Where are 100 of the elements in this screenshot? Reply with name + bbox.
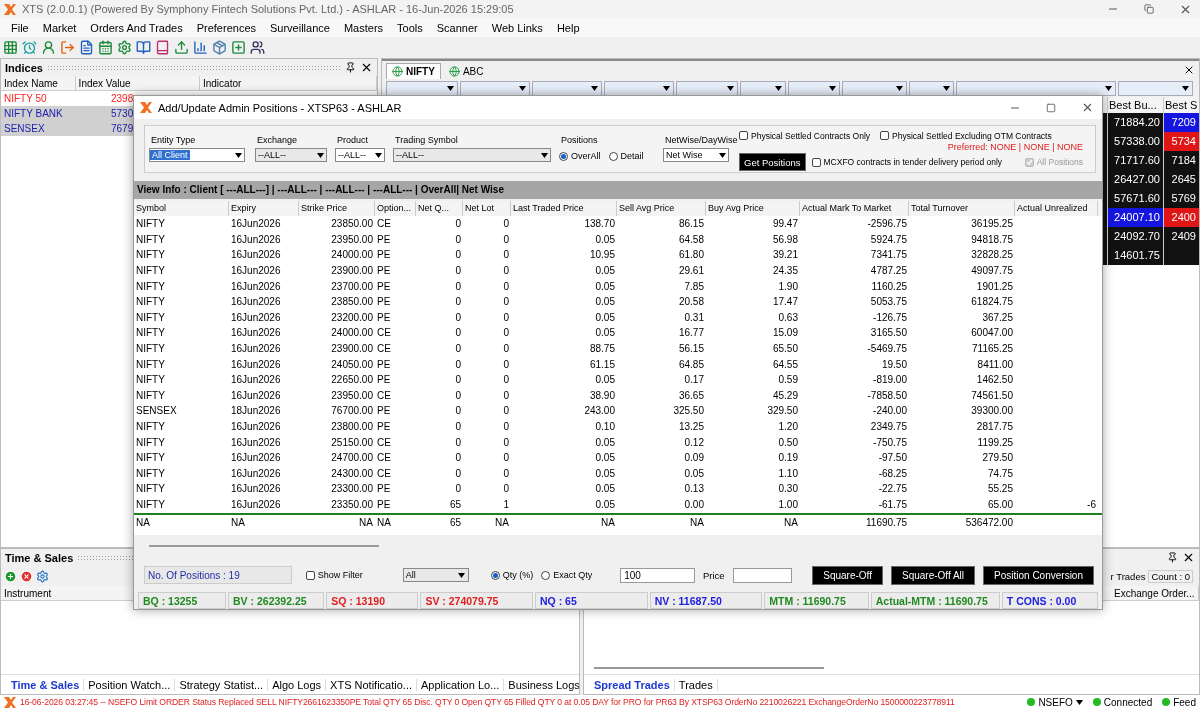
caret-icon[interactable] bbox=[591, 85, 598, 91]
menu-item[interactable]: Web Links bbox=[484, 21, 550, 34]
caret-icon[interactable] bbox=[458, 572, 466, 578]
gear-icon[interactable] bbox=[116, 40, 132, 55]
caret-icon[interactable] bbox=[829, 85, 836, 91]
calendar-icon[interactable] bbox=[97, 40, 113, 55]
bottom-tab[interactable]: Time & Sales bbox=[7, 678, 85, 691]
qty-radio[interactable]: Exact Qty bbox=[541, 570, 593, 581]
column-header[interactable]: Indicator bbox=[199, 76, 377, 90]
book-icon[interactable] bbox=[135, 40, 151, 55]
menu-item[interactable]: Tools bbox=[390, 21, 430, 34]
action-button[interactable]: Square-Off All bbox=[890, 565, 976, 585]
bar-chart-icon[interactable] bbox=[192, 40, 208, 55]
caret-icon[interactable] bbox=[447, 85, 454, 91]
menu-item[interactable]: Market bbox=[35, 21, 84, 34]
caret-icon[interactable] bbox=[1075, 699, 1083, 705]
column-header[interactable]: Index Name bbox=[1, 76, 76, 90]
exit-icon[interactable] bbox=[59, 40, 75, 55]
watchlist-tab[interactable]: ABC bbox=[442, 63, 490, 79]
menu-item[interactable]: Surveillance bbox=[263, 21, 337, 34]
settled-checkbox[interactable]: Physical Settled Contracts Only bbox=[739, 130, 871, 141]
caret-icon[interactable] bbox=[519, 85, 526, 91]
bottom-tab[interactable]: Spread Trades bbox=[590, 678, 675, 691]
filter-dropdown[interactable] bbox=[909, 80, 954, 96]
restore-icon[interactable] bbox=[1144, 4, 1154, 14]
caret-icon[interactable] bbox=[316, 152, 324, 158]
menu-item[interactable]: Scanner bbox=[429, 21, 485, 34]
bottom-tab[interactable]: Trades bbox=[674, 678, 718, 691]
person-icon[interactable] bbox=[40, 40, 56, 55]
product-select[interactable]: --ALL-- bbox=[335, 148, 385, 163]
table-cell-text: 0.05 bbox=[683, 466, 705, 481]
bottom-tab[interactable]: Application Lo... bbox=[417, 678, 505, 691]
table-cell-text: 0.13 bbox=[683, 482, 705, 497]
bottom-tab[interactable]: Strategy Statist... bbox=[175, 678, 269, 691]
caret-icon[interactable] bbox=[943, 85, 950, 91]
price-field[interactable] bbox=[732, 567, 793, 583]
grid-icon[interactable] bbox=[2, 40, 18, 55]
menu-item[interactable]: Orders And Trades bbox=[83, 21, 190, 34]
add-icon[interactable] bbox=[4, 569, 17, 583]
scrollbar-thumb[interactable] bbox=[149, 545, 379, 548]
bottom-tab[interactable]: Algo Logs bbox=[268, 678, 327, 691]
menu-item[interactable]: File bbox=[4, 21, 36, 34]
caret-icon[interactable] bbox=[1105, 85, 1112, 91]
column-header[interactable]: Index Value bbox=[75, 76, 200, 90]
table-cell-text: 23850.00 bbox=[330, 217, 374, 232]
bottom-tab[interactable]: Position Watch... bbox=[84, 678, 176, 691]
table-cell-text: 88.75 bbox=[588, 342, 616, 356]
position-radio[interactable]: OverAll bbox=[559, 151, 601, 162]
upload-icon[interactable] bbox=[173, 40, 189, 55]
bottom-tab[interactable]: XTS Notificatio... bbox=[326, 678, 418, 691]
box-icon[interactable] bbox=[211, 40, 227, 55]
caret-icon[interactable] bbox=[727, 85, 734, 91]
menu-item[interactable]: Preferences bbox=[189, 21, 263, 34]
pin-icon[interactable] bbox=[1167, 552, 1178, 563]
connection-status[interactable]: NSEFO bbox=[1027, 696, 1083, 708]
table-cell-text: -68.25 bbox=[877, 466, 908, 481]
caret-icon[interactable] bbox=[1182, 85, 1189, 91]
caret-icon[interactable] bbox=[775, 85, 782, 91]
position-radio[interactable]: Detail bbox=[608, 151, 644, 162]
table-cell-text: 16.77 bbox=[677, 326, 705, 341]
maximize-icon[interactable] bbox=[1046, 102, 1056, 113]
watchlist-tab[interactable]: NIFTY bbox=[386, 63, 441, 79]
plus-icon[interactable] bbox=[230, 40, 246, 55]
exchange-select[interactable]: --ALL-- bbox=[255, 148, 327, 163]
show-filter-checkbox[interactable]: Show Filter bbox=[305, 570, 363, 581]
close-icon[interactable] bbox=[360, 61, 373, 74]
book-icon[interactable] bbox=[154, 40, 170, 55]
remove-icon[interactable] bbox=[20, 569, 33, 583]
get-positions-button[interactable]: Get Positions bbox=[739, 153, 806, 172]
entity-type-select[interactable]: All Client bbox=[149, 148, 245, 163]
settings-icon[interactable] bbox=[36, 569, 49, 583]
excluding-otm-checkbox[interactable]: Physical Settled Excluding OTM Contracts bbox=[880, 130, 1052, 141]
column-header[interactable]: Exchange Order... bbox=[1111, 586, 1199, 600]
caret-icon[interactable] bbox=[234, 152, 242, 158]
scrollbar-thumb[interactable] bbox=[594, 667, 824, 669]
table-cell-text: NIFTY bbox=[135, 326, 166, 341]
table-cell-text: 0 bbox=[454, 264, 462, 279]
tender-checkbox[interactable]: MCXFO contracts in tender delivery period only bbox=[811, 157, 1003, 168]
menu-item[interactable]: Masters bbox=[336, 21, 391, 34]
filter-select[interactable]: All bbox=[402, 568, 469, 583]
symbol-select[interactable]: --ALL-- bbox=[393, 148, 551, 163]
caret-icon[interactable] bbox=[374, 152, 382, 158]
action-button[interactable]: Square-Off bbox=[812, 565, 883, 585]
filter-dropdown[interactable] bbox=[740, 80, 786, 96]
close-icon[interactable] bbox=[1182, 551, 1195, 564]
qty-radio[interactable]: Qty (%) bbox=[490, 570, 534, 581]
table-cell-text: 56.15 bbox=[677, 342, 705, 356]
caret-icon[interactable] bbox=[896, 85, 903, 91]
close-icon[interactable] bbox=[1183, 64, 1195, 76]
document-icon[interactable] bbox=[78, 40, 94, 55]
menu-item[interactable]: Help bbox=[549, 21, 587, 34]
people-icon[interactable] bbox=[249, 40, 265, 55]
filter-dropdown[interactable] bbox=[788, 80, 840, 96]
netwise-select[interactable]: Net Wise bbox=[663, 148, 729, 163]
total-cell-text: NA bbox=[135, 515, 151, 528]
caret-icon[interactable] bbox=[663, 85, 670, 91]
quantity-field[interactable]: 100 bbox=[620, 567, 695, 583]
action-button[interactable]: Position Conversion bbox=[983, 565, 1094, 585]
pin-icon[interactable] bbox=[345, 62, 356, 73]
clock-icon[interactable] bbox=[21, 40, 37, 55]
